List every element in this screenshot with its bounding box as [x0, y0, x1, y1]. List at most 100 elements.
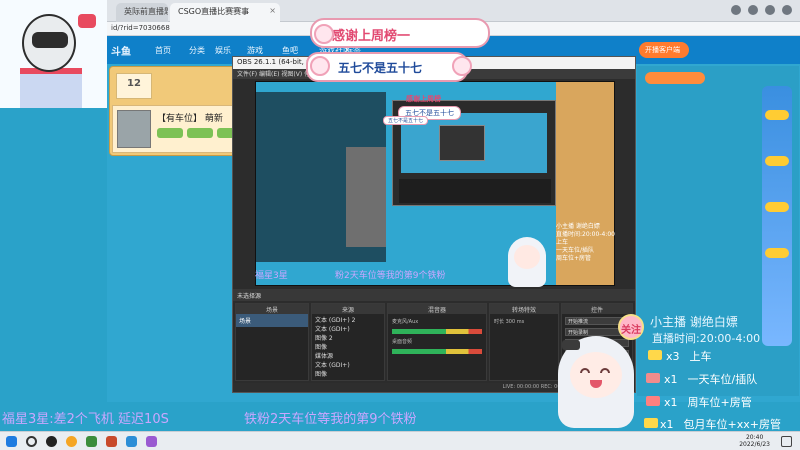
overlay-line: 一天车位/插队	[556, 247, 595, 254]
host-label: 小主播 谢绝白嫖	[650, 315, 738, 329]
overlay-line: 上车	[556, 239, 569, 246]
browser-toolbar-icons	[731, 5, 792, 15]
clock-time: 20:40	[745, 434, 764, 441]
ribbon-icon	[562, 340, 580, 350]
transition-duration[interactable]: 时长 300 ms	[494, 318, 554, 325]
avatar-icon[interactable]	[765, 5, 775, 15]
source-item[interactable]: 图像 2	[312, 332, 384, 342]
nav-home[interactable]: 首页	[155, 45, 171, 56]
small-mascot	[504, 233, 552, 293]
menu-icon[interactable]	[782, 5, 792, 15]
thanks-banner: 感谢上周榜一	[310, 18, 490, 48]
preview-card-column	[346, 147, 386, 247]
gift-count: x3	[666, 350, 680, 363]
nav-entertainment[interactable]: 娱乐	[215, 45, 231, 56]
clock-date: 2022/6/23	[739, 441, 770, 448]
volume-meter[interactable]	[392, 329, 482, 334]
nav-games[interactable]: 游戏	[247, 45, 263, 56]
gift-icon	[646, 373, 660, 383]
notification-icon[interactable]	[781, 436, 792, 447]
sidebar-badge[interactable]	[765, 248, 789, 258]
mixer-channel-label: 桌面音频	[392, 339, 413, 345]
sources-dock-title: 来源	[312, 304, 384, 314]
browser-taskbar-icon[interactable]	[66, 436, 77, 447]
taskbar: 20:40 2022/6/23	[0, 431, 800, 450]
thanks-banner-text: 感谢上周榜一	[332, 29, 411, 44]
gift-count: x1	[664, 373, 678, 386]
controls-dock-title: 控件	[562, 304, 632, 314]
search-icon[interactable]	[26, 436, 37, 447]
room-tag[interactable]	[187, 128, 213, 138]
scroll-text: 福星3星	[255, 271, 288, 281]
client-download-button[interactable]: 开播客户端	[639, 42, 689, 58]
avatar-body	[20, 68, 82, 108]
gift-row: x3 上车	[648, 348, 712, 364]
gift-label: 一天车位/插队	[687, 373, 758, 386]
source-item[interactable]: 媒体源	[312, 350, 384, 360]
source-item[interactable]: 文本 (GDI+)	[312, 359, 384, 369]
windows-start-icon[interactable]	[6, 436, 17, 447]
helmet-visor	[32, 32, 68, 48]
app-taskbar-icon[interactable]	[146, 436, 157, 447]
scene-item[interactable]: 场景	[236, 314, 308, 327]
scenes-dock-title: 场景	[236, 304, 308, 314]
gift-icon	[646, 396, 660, 406]
gift-label: 上车	[689, 350, 712, 363]
room-avatar	[117, 110, 151, 148]
extensions-icon[interactable]	[748, 5, 758, 15]
scroll-text: 粉2天车位等我的第9个铁粉	[335, 271, 446, 281]
source-item[interactable]: 图像	[312, 368, 384, 378]
obs-taskbar-icon[interactable]	[46, 436, 57, 447]
sidebar-badge[interactable]	[765, 202, 789, 212]
sidebar-badge[interactable]	[765, 156, 789, 166]
mixer-channel-label: 麦克风/Aux	[392, 319, 419, 325]
bow-icon	[78, 14, 96, 28]
scenes-dock: 场景 场景	[235, 303, 309, 381]
tab-2-title: CSGO直播比赛赛事	[178, 7, 250, 16]
mixer-dock: 混音器 麦克风/Aux 桌面音频	[387, 303, 487, 381]
sidebar-strip	[762, 86, 792, 346]
nested-obs-window-inner	[439, 125, 485, 161]
paw-icon	[452, 56, 472, 76]
nested-name-text-small: 五七不是五十七	[383, 116, 429, 125]
sources-dock: 来源 文本 (GDI+) 2 文本 (GDI+) 图像 2 图像 媒体源 文本 …	[311, 303, 385, 381]
nested-obs-docks	[399, 179, 551, 203]
room-tag[interactable]	[157, 128, 183, 138]
gift-row: x1 周车位+房管	[646, 394, 752, 410]
app-taskbar-icon[interactable]	[106, 436, 117, 447]
system-clock[interactable]: 20:40 2022/6/23	[739, 434, 770, 448]
source-item[interactable]: 图像	[312, 341, 384, 351]
app-taskbar-icon[interactable]	[86, 436, 97, 447]
mixer-dock-title: 混音器	[388, 304, 486, 314]
gift-label: 周车位+房管	[687, 396, 752, 409]
app-taskbar-icon[interactable]	[126, 436, 137, 447]
name-banner-text: 五七不是五十七	[338, 61, 423, 75]
gift-icon	[644, 418, 658, 428]
close-tab-icon[interactable]: ×	[269, 6, 276, 15]
name-banner: 五七不是五十七	[306, 52, 468, 82]
mascot-face	[514, 245, 540, 269]
browser-tab-1[interactable]: 英际前直播题	[116, 3, 168, 22]
gift-icon	[648, 350, 662, 360]
overlay-line: 周车位+房管	[556, 255, 592, 262]
gift-label: 包月车位+xx+房管	[683, 418, 781, 431]
browser-tab-2[interactable]: CSGO直播比赛赛事 ×	[170, 3, 280, 22]
nav-yuba[interactable]: 鱼吧	[282, 45, 298, 56]
source-item[interactable]: 文本 (GDI+) 2	[312, 314, 384, 324]
overlay-line: 直播时间:20:00-4:00	[556, 231, 615, 238]
profile-icon[interactable]	[731, 5, 741, 15]
gift-count: x1	[664, 396, 678, 409]
source-item[interactable]: 文本 (GDI+)	[312, 323, 384, 333]
promo-button[interactable]	[645, 72, 705, 84]
nav-category[interactable]: 分类	[189, 45, 205, 56]
small-overlay-info: 小主播 谢绝白嫖 直播时间:20:00-4:00 上车 一天车位/插队 周车位+…	[556, 223, 615, 263]
stat-box: 12	[116, 73, 152, 99]
ticker-text: 福星3星:差2个飞机 延迟10S	[2, 412, 169, 427]
site-logo[interactable]: 斗鱼	[111, 43, 131, 58]
ticker-text: 铁粉2天车位等我的第9个铁粉	[244, 412, 417, 427]
sidebar-badge[interactable]	[765, 110, 789, 120]
stream-time-label: 直播时间:20:00-4:00	[652, 332, 761, 345]
nested-thanks-text: 感谢上周榜	[406, 95, 441, 103]
transitions-dock-title: 转场特效	[490, 304, 558, 314]
volume-meter[interactable]	[392, 349, 482, 354]
